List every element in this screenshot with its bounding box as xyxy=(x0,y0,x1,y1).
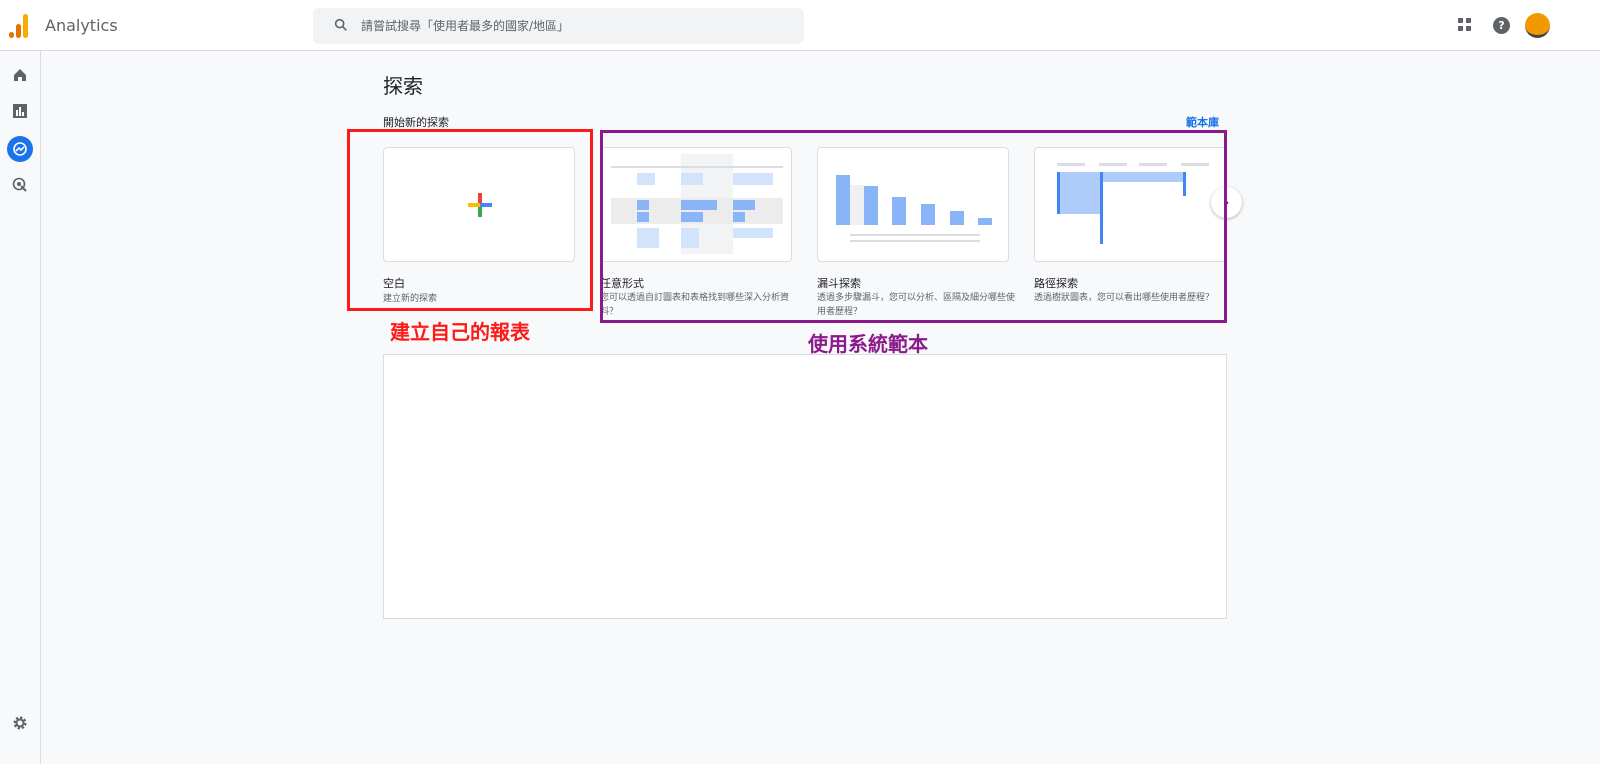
annotation-box-red xyxy=(347,129,593,311)
reports-icon[interactable] xyxy=(7,98,33,124)
section-label: 開始新的探索 xyxy=(383,116,449,129)
advertising-icon[interactable] xyxy=(7,172,33,198)
annotation-own-report: 建立自己的報表 xyxy=(390,320,530,344)
apps-icon[interactable] xyxy=(1457,17,1473,33)
avatar[interactable] xyxy=(1525,13,1550,38)
analytics-logo[interactable] xyxy=(9,14,31,38)
app-title: Analytics xyxy=(45,16,118,35)
annotation-box-purple xyxy=(600,130,1227,323)
help-icon[interactable]: ? xyxy=(1493,17,1510,34)
search-bar[interactable] xyxy=(313,8,804,44)
sidebar xyxy=(0,51,41,764)
template-library-link[interactable]: 範本庫 xyxy=(1186,114,1219,130)
home-icon[interactable] xyxy=(7,62,33,88)
explore-icon[interactable] xyxy=(7,136,33,162)
page-title: 探索 xyxy=(383,74,423,98)
top-bar: Analytics ? xyxy=(0,0,1600,51)
search-input[interactable] xyxy=(361,8,781,44)
annotation-system-templates: 使用系統範本 xyxy=(808,332,928,356)
explorations-list-panel xyxy=(383,354,1227,619)
search-icon xyxy=(334,18,347,31)
gear-icon[interactable] xyxy=(7,710,33,736)
